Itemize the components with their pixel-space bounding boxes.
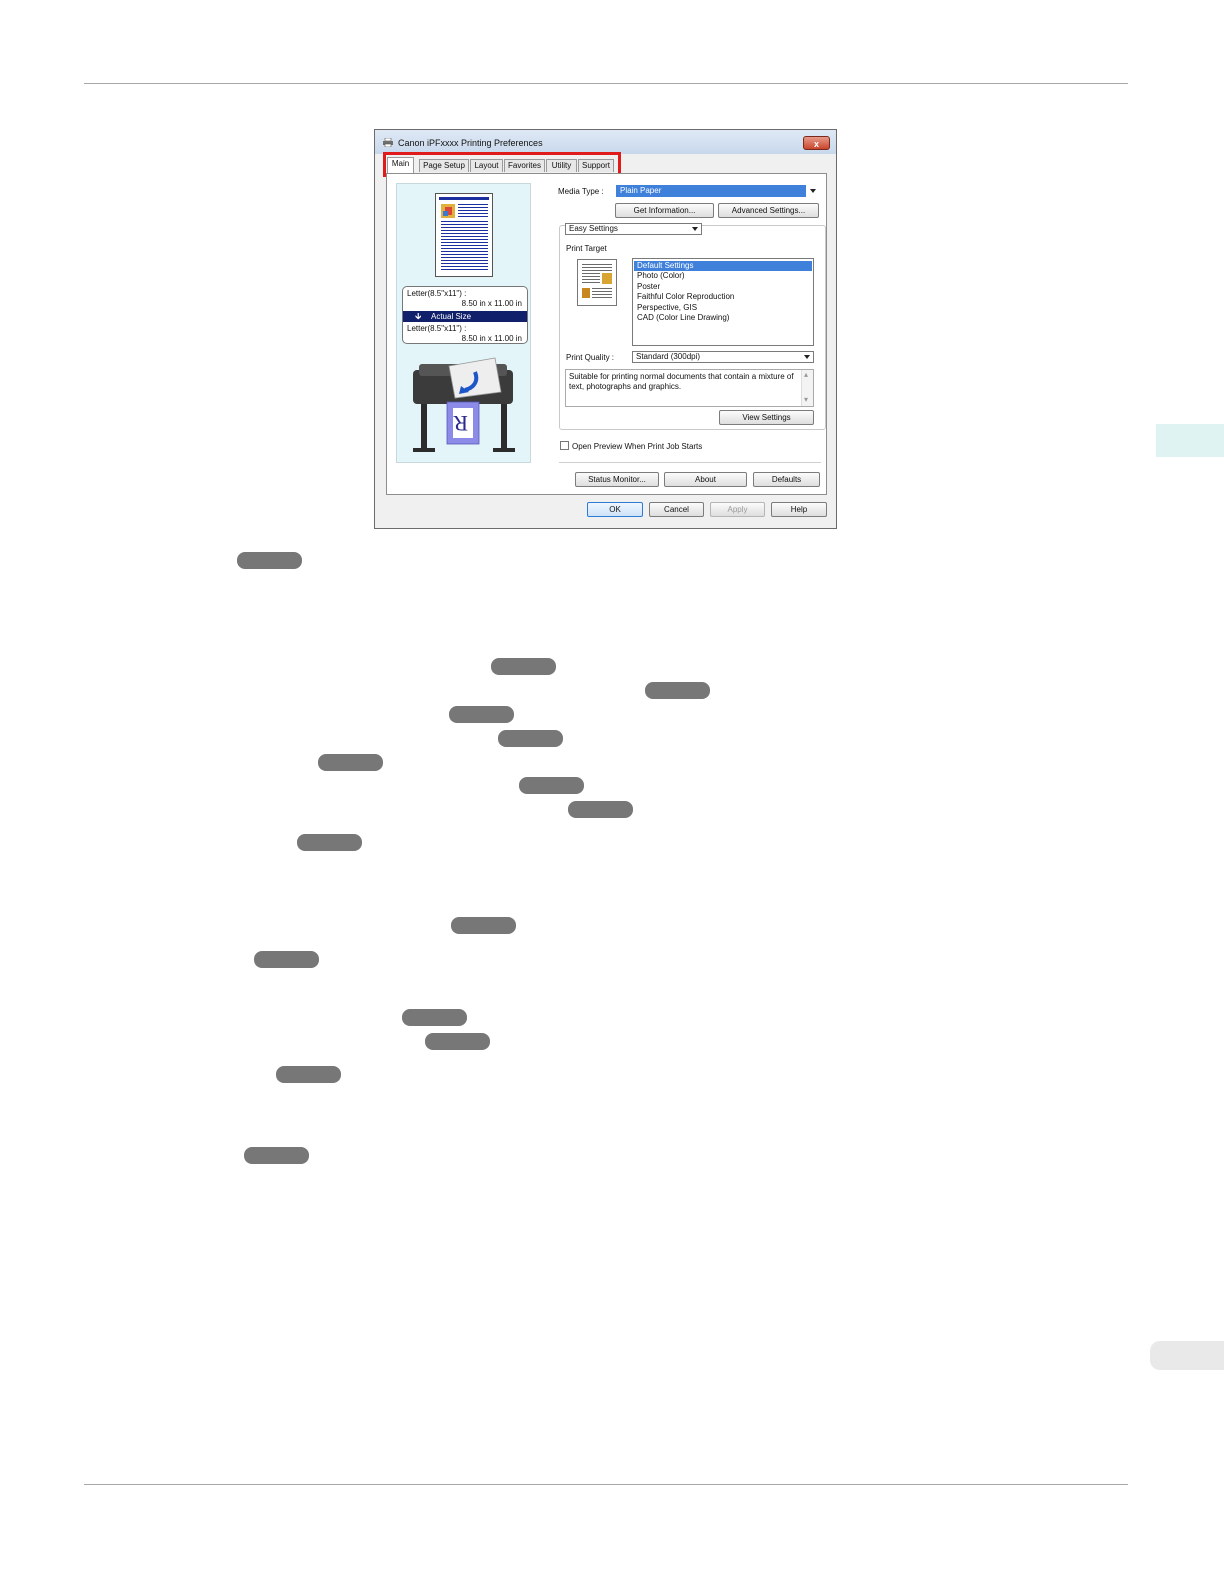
list-item[interactable]: Default Settings: [634, 261, 812, 271]
original-size-dims: 8.50 in x 11.00 in: [461, 299, 522, 308]
preview-pane: Letter(8.5"x11") : 8.50 in x 11.00 in 🡳 …: [396, 183, 531, 463]
status-monitor-button[interactable]: Status Monitor...: [575, 472, 659, 487]
reference-link[interactable]: [297, 834, 362, 851]
reference-link[interactable]: [645, 682, 710, 699]
about-button[interactable]: About: [664, 472, 747, 487]
list-item[interactable]: Perspective, GIS: [637, 303, 697, 313]
list-item[interactable]: CAD (Color Line Drawing): [637, 313, 729, 323]
print-quality-value: Standard (300dpi): [636, 352, 701, 361]
cancel-button[interactable]: Cancel: [649, 502, 704, 517]
view-settings-button[interactable]: View Settings: [719, 410, 814, 425]
settings-mode-value: Easy Settings: [569, 224, 618, 233]
open-preview-label: Open Preview When Print Job Starts: [572, 442, 703, 451]
list-item[interactable]: Photo (Color): [637, 271, 685, 281]
dropdown-arrow-icon: [692, 227, 698, 231]
output-size-label: Letter(8.5"x11") :: [407, 324, 467, 333]
reference-link[interactable]: [491, 658, 556, 675]
page-preview-graphic: [439, 197, 489, 270]
print-quality-label: Print Quality :: [566, 353, 615, 362]
paper-size-summary: Letter(8.5"x11") : 8.50 in x 11.00 in 🡳 …: [402, 286, 528, 344]
reference-link[interactable]: [402, 1009, 467, 1026]
print-target-thumbnail: [577, 259, 617, 306]
title-bar: Canon iPFxxxx Printing Preferences x: [375, 130, 836, 154]
media-type-label: Media Type :: [558, 187, 604, 196]
scroll-down-icon[interactable]: ▾: [804, 395, 808, 405]
reference-link[interactable]: [498, 730, 563, 747]
reference-link[interactable]: [318, 754, 383, 771]
description-line: Suitable for printing normal documents t…: [569, 372, 794, 381]
get-information-button[interactable]: Get Information...: [615, 203, 714, 218]
scaling-bar: 🡳 Actual Size: [403, 311, 527, 322]
reference-link[interactable]: [425, 1033, 490, 1050]
reference-link[interactable]: [519, 777, 584, 794]
page-preview-thumbnail: [435, 193, 493, 277]
description-box: Suitable for printing normal documents t…: [565, 369, 814, 407]
ok-button[interactable]: OK: [587, 502, 643, 517]
advanced-settings-button[interactable]: Advanced Settings...: [718, 203, 819, 218]
print-quality-select[interactable]: Standard (300dpi): [632, 351, 814, 363]
print-target-graphic: [582, 264, 612, 298]
list-item[interactable]: Faithful Color Reproduction: [637, 292, 734, 302]
close-icon: x: [813, 139, 819, 149]
print-target-label: Print Target: [566, 244, 607, 253]
dropdown-arrow-icon: [804, 355, 810, 359]
print-target-list[interactable]: Default Settings Photo (Color) Poster Fa…: [632, 258, 814, 346]
reference-link[interactable]: [237, 552, 302, 569]
separator: [559, 462, 821, 463]
svg-text:R: R: [453, 411, 468, 436]
dropdown-arrow-icon[interactable]: [810, 189, 816, 193]
printing-preferences-dialog: Canon iPFxxxx Printing Preferences x Mai…: [374, 129, 837, 529]
reference-link[interactable]: [449, 706, 514, 723]
close-button[interactable]: x: [803, 136, 830, 150]
scroll-up-icon[interactable]: ▴: [804, 370, 808, 380]
reference-link[interactable]: [568, 801, 633, 818]
output-size-dims: 8.50 in x 11.00 in: [461, 334, 522, 343]
page-side-pill[interactable]: [1150, 1341, 1224, 1370]
chapter-side-tab[interactable]: [1156, 424, 1224, 457]
media-type-value: Plain Paper: [620, 186, 662, 195]
printer-illustration: R: [413, 357, 515, 452]
reference-link[interactable]: [244, 1147, 309, 1164]
description-line: text, photographs and graphics.: [569, 382, 682, 391]
original-size-label: Letter(8.5"x11") :: [407, 289, 467, 298]
main-tab-panel: Letter(8.5"x11") : 8.50 in x 11.00 in 🡳 …: [386, 173, 827, 495]
help-button[interactable]: Help: [771, 502, 827, 517]
down-arrow-icon: 🡳: [415, 311, 422, 321]
checkbox-icon[interactable]: [560, 441, 569, 450]
list-item[interactable]: Poster: [637, 282, 660, 292]
reference-link[interactable]: [451, 917, 516, 934]
reference-link[interactable]: [254, 951, 319, 968]
media-type-select[interactable]: Plain Paper: [616, 185, 806, 197]
dialog-title: Canon iPFxxxx Printing Preferences: [398, 138, 543, 148]
scaling-label: Actual Size: [431, 312, 472, 321]
description-scrollbar[interactable]: ▴ ▾: [801, 370, 813, 406]
apply-button[interactable]: Apply: [710, 502, 765, 517]
reference-link[interactable]: [276, 1066, 341, 1083]
footer-rule: [84, 1484, 1128, 1485]
printer-icon: [383, 138, 393, 147]
defaults-button[interactable]: Defaults: [753, 472, 820, 487]
header-rule: [84, 83, 1128, 84]
settings-mode-select[interactable]: Easy Settings: [565, 223, 702, 235]
